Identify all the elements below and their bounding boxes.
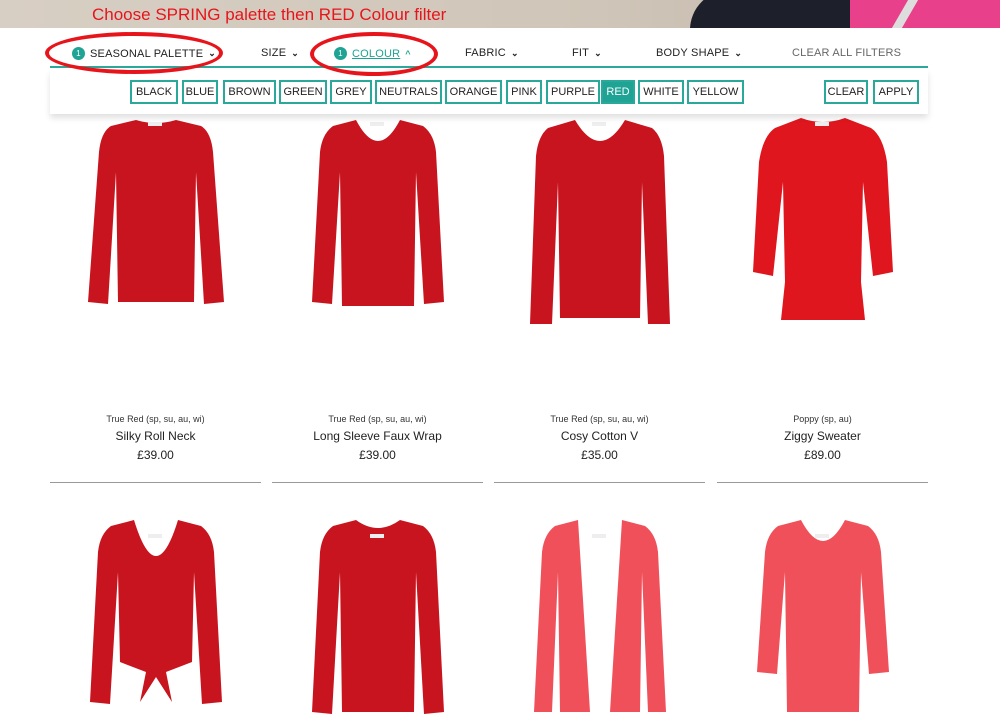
count-badge: 1 (334, 47, 347, 60)
product-card[interactable] (717, 512, 928, 727)
product-name[interactable]: Silky Roll Neck (50, 429, 261, 443)
product-price: £89.00 (804, 448, 841, 462)
divider (494, 482, 705, 483)
filter-label: BODY SHAPE (656, 47, 730, 59)
product-card[interactable] (272, 512, 483, 727)
colour-chip-red[interactable]: RED (601, 80, 635, 104)
product-image[interactable] (76, 112, 236, 327)
colour-chip-black[interactable]: BLACK (130, 80, 178, 104)
divider (272, 482, 483, 483)
colour-chip-orange[interactable]: ORANGE (445, 80, 502, 104)
divider (50, 482, 261, 483)
colour-chip-pink[interactable]: PINK (506, 80, 542, 104)
chevron-down-icon: ⌄ (510, 47, 519, 58)
product-price: £35.00 (581, 448, 618, 462)
gift-image (850, 0, 1000, 28)
colour-chip-green[interactable]: GREEN (279, 80, 327, 104)
count-badge: 1 (72, 47, 85, 60)
chevron-down-icon: ⌄ (594, 47, 602, 58)
clear-all-filters-link[interactable]: CLEAR ALL FILTERS (792, 47, 901, 59)
filter-label: FIT (572, 47, 590, 59)
filter-label: SIZE (261, 47, 287, 59)
product-card[interactable]: True Red (sp, su, au, wi) Long Sleeve Fa… (272, 112, 483, 462)
product-card[interactable]: True Red (sp, su, au, wi) Silky Roll Nec… (50, 112, 261, 462)
colour-filter-panel: BLACK BLUE BROWN GREEN GREY NEUTRALS ORANGE PIN… (50, 70, 928, 114)
filter-label: FABRIC (465, 47, 506, 59)
product-image[interactable] (520, 512, 680, 727)
filter-body-shape[interactable]: BODY SHAPE ⌄ (656, 47, 742, 59)
chevron-down-icon: ⌄ (291, 47, 299, 58)
product-name[interactable]: Long Sleeve Faux Wrap (272, 429, 483, 443)
colour-chip-blue[interactable]: BLUE (182, 80, 218, 104)
divider (717, 482, 928, 483)
filter-colour[interactable]: 1 COLOUR ^ (334, 47, 411, 60)
filter-fit[interactable]: FIT ⌄ (572, 47, 602, 59)
colour-chip-yellow[interactable]: YELLOW (687, 80, 744, 104)
product-image[interactable] (298, 112, 458, 327)
colour-chip-brown[interactable]: BROWN (223, 80, 276, 104)
colour-chip-purple[interactable]: PURPLE (546, 80, 600, 104)
product-name[interactable]: Cosy Cotton V (494, 429, 705, 443)
chevron-down-icon: ⌄ (208, 48, 216, 58)
product-image[interactable] (298, 512, 458, 727)
apply-button[interactable]: APPLY (873, 80, 919, 104)
annotation-text: Choose SPRING palette then RED Colour fi… (92, 5, 447, 24)
product-image[interactable] (743, 512, 903, 727)
clear-button[interactable]: CLEAR (824, 80, 868, 104)
product-shade: True Red (sp, su, au, wi) (106, 414, 205, 424)
product-shade: True Red (sp, su, au, wi) (328, 414, 427, 424)
filter-fabric[interactable]: FABRIC ⌄ (465, 47, 519, 59)
filter-bar: 1 SEASONAL PALETTE ⌄ SIZE ⌄ 1 COLOUR ^ FABRIC… (50, 44, 928, 68)
product-price: £39.00 (359, 448, 396, 462)
filter-seasonal-palette[interactable]: 1 SEASONAL PALETTE ⌄ (72, 47, 216, 60)
product-card[interactable]: Poppy (sp, au) Ziggy Sweater £89.00 (717, 112, 928, 462)
colour-chip-white[interactable]: WHITE (638, 80, 684, 104)
product-image[interactable] (743, 112, 903, 327)
chevron-up-icon: ^ (405, 48, 411, 59)
product-image[interactable] (520, 112, 680, 327)
product-card[interactable] (50, 512, 261, 727)
product-card[interactable] (494, 512, 705, 727)
filter-size[interactable]: SIZE ⌄ (261, 47, 299, 59)
colour-chip-grey[interactable]: GREY (330, 80, 372, 104)
filter-label: SEASONAL PALETTE (90, 47, 204, 60)
product-image[interactable] (76, 512, 236, 727)
product-shade: Poppy (sp, au) (793, 414, 852, 424)
product-card[interactable]: True Red (sp, su, au, wi) Cosy Cotton V … (494, 112, 705, 462)
product-name[interactable]: Ziggy Sweater (717, 429, 928, 443)
product-shade: True Red (sp, su, au, wi) (550, 414, 649, 424)
chevron-down-icon: ⌄ (734, 47, 743, 58)
product-price: £39.00 (137, 448, 174, 462)
filter-label: COLOUR (352, 47, 401, 60)
colour-chip-neutrals[interactable]: NEUTRALS (375, 80, 442, 104)
